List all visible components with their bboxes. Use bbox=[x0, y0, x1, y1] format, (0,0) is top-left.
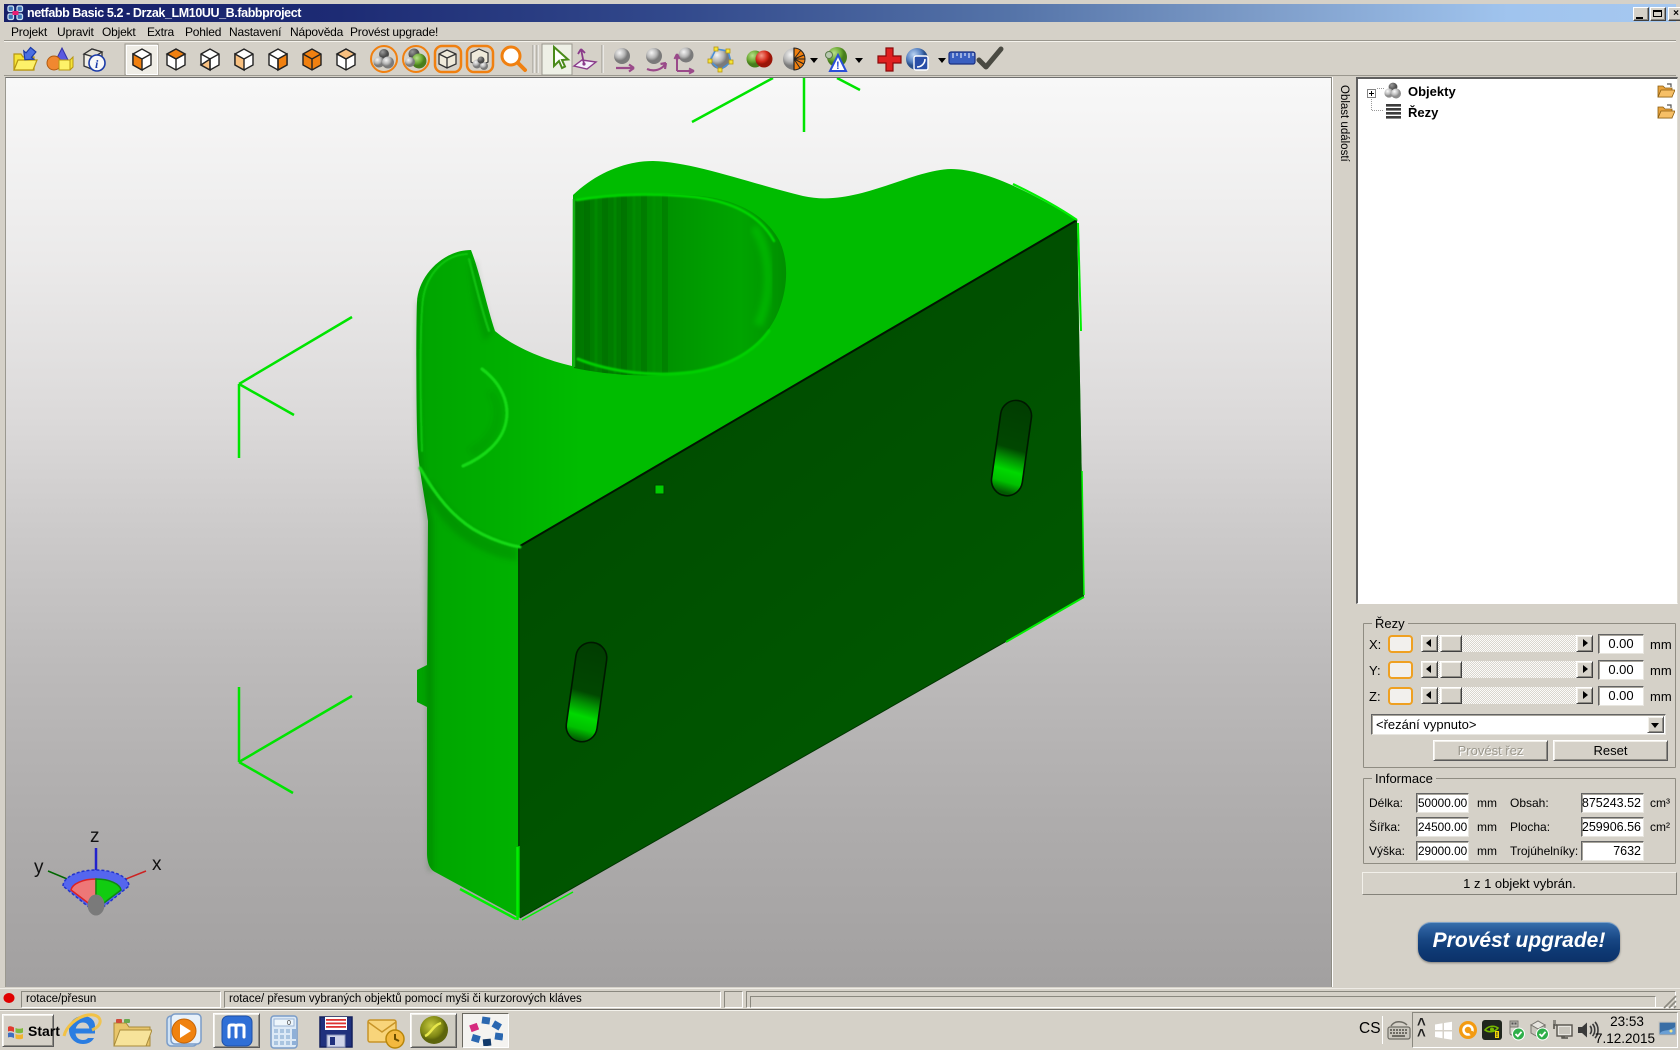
svg-text:x: x bbox=[152, 854, 162, 875]
svg-text:y: y bbox=[34, 857, 44, 878]
svg-text:!: ! bbox=[836, 60, 840, 72]
svg-text:!: ! bbox=[1496, 1032, 1498, 1039]
svg-text:0: 0 bbox=[287, 1020, 291, 1027]
svg-text:z: z bbox=[90, 826, 100, 847]
